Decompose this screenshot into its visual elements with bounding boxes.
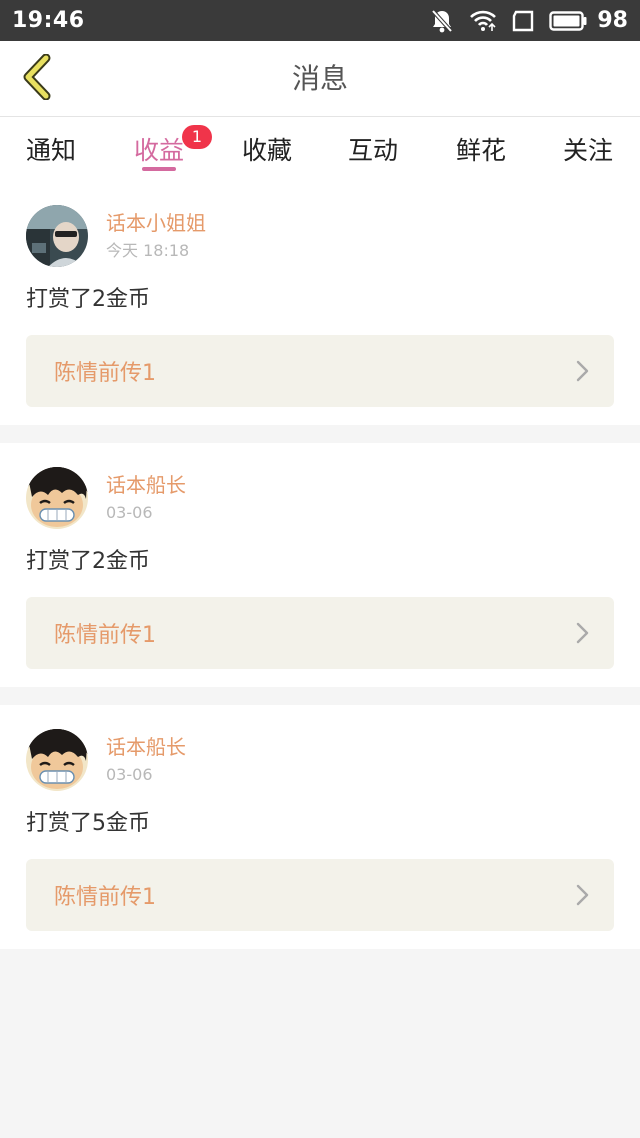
chevron-left-icon [20,53,54,104]
active-tab-indicator [142,167,176,171]
screen-icon [511,10,535,32]
user-name[interactable]: 话本船长 [106,471,186,499]
tab-notifications[interactable]: 通知 [6,117,96,181]
timestamp: 今天 18:18 [106,241,190,260]
message-card: 话本小姐姐 今天 18:18 打赏了2金币 陈情前传1 [0,181,640,425]
card-header: 话本船长 03-06 [26,467,614,531]
work-title: 陈情前传1 [54,623,156,648]
tab-label: 收藏 [241,136,292,165]
avatar[interactable] [26,205,88,267]
tab-flowers[interactable]: 鲜花 [436,117,526,181]
chevron-right-icon [576,622,590,644]
timestamp: 03-06 [106,765,153,784]
mute-bell-icon [429,8,455,34]
card-header: 话本小姐姐 今天 18:18 [26,205,614,269]
user-name[interactable]: 话本小姐姐 [106,209,206,237]
avatar[interactable] [26,729,88,791]
card-meta: 话本船长 03-06 [106,729,186,787]
card-meta: 话本小姐姐 今天 18:18 [106,205,206,263]
tab-label-wrap: 收益 1 [133,125,212,167]
work-link[interactable]: 陈情前传1 [26,859,614,931]
avatar[interactable] [26,467,88,529]
cartoon-avatar-icon [26,729,88,791]
status-icons: 98 [429,8,628,34]
chevron-right-icon [576,884,590,906]
unread-badge: 1 [182,125,212,149]
status-bar: 19:46 98 [0,0,640,41]
tab-label: 关注 [562,136,613,165]
work-title: 陈情前传1 [54,361,156,386]
message-list: 话本小姐姐 今天 18:18 打赏了2金币 陈情前传1 话本船长 03-06 打… [0,181,640,967]
page-title: 消息 [291,62,348,95]
timestamp: 03-06 [106,503,153,522]
wifi-icon [469,9,497,33]
card-header: 话本船长 03-06 [26,729,614,793]
cartoon-avatar-icon [26,467,88,529]
tab-interactions[interactable]: 互动 [328,117,418,181]
tab-following[interactable]: 关注 [543,117,633,181]
work-title: 陈情前传1 [54,885,156,910]
work-link[interactable]: 陈情前传1 [26,597,614,669]
tab-favorites[interactable]: 收藏 [222,117,312,181]
status-time: 19:46 [12,8,85,33]
tab-label: 收益 [133,136,184,165]
tab-earnings[interactable]: 收益 1 [114,117,212,181]
battery-level: 98 [597,8,628,33]
battery-icon [549,10,587,32]
message-text: 打赏了2金币 [26,549,150,574]
card-meta: 话本船长 03-06 [106,467,186,525]
photo-avatar-icon [26,205,88,267]
back-button[interactable] [12,51,62,107]
chevron-right-icon [576,360,590,382]
work-link[interactable]: 陈情前传1 [26,335,614,407]
tab-label: 通知 [25,136,76,165]
message-card: 话本船长 03-06 打赏了5金币 陈情前传1 [0,705,640,949]
header: 消息 [0,41,640,117]
tab-label: 鲜花 [455,136,506,165]
message-text: 打赏了5金币 [26,811,150,836]
tab-label: 互动 [347,136,398,165]
user-name[interactable]: 话本船长 [106,733,186,761]
message-text: 打赏了2金币 [26,287,150,312]
tab-bar: 通知 收益 1 收藏 互动 鲜花 关注 [0,117,640,181]
message-card: 话本船长 03-06 打赏了2金币 陈情前传1 [0,443,640,687]
